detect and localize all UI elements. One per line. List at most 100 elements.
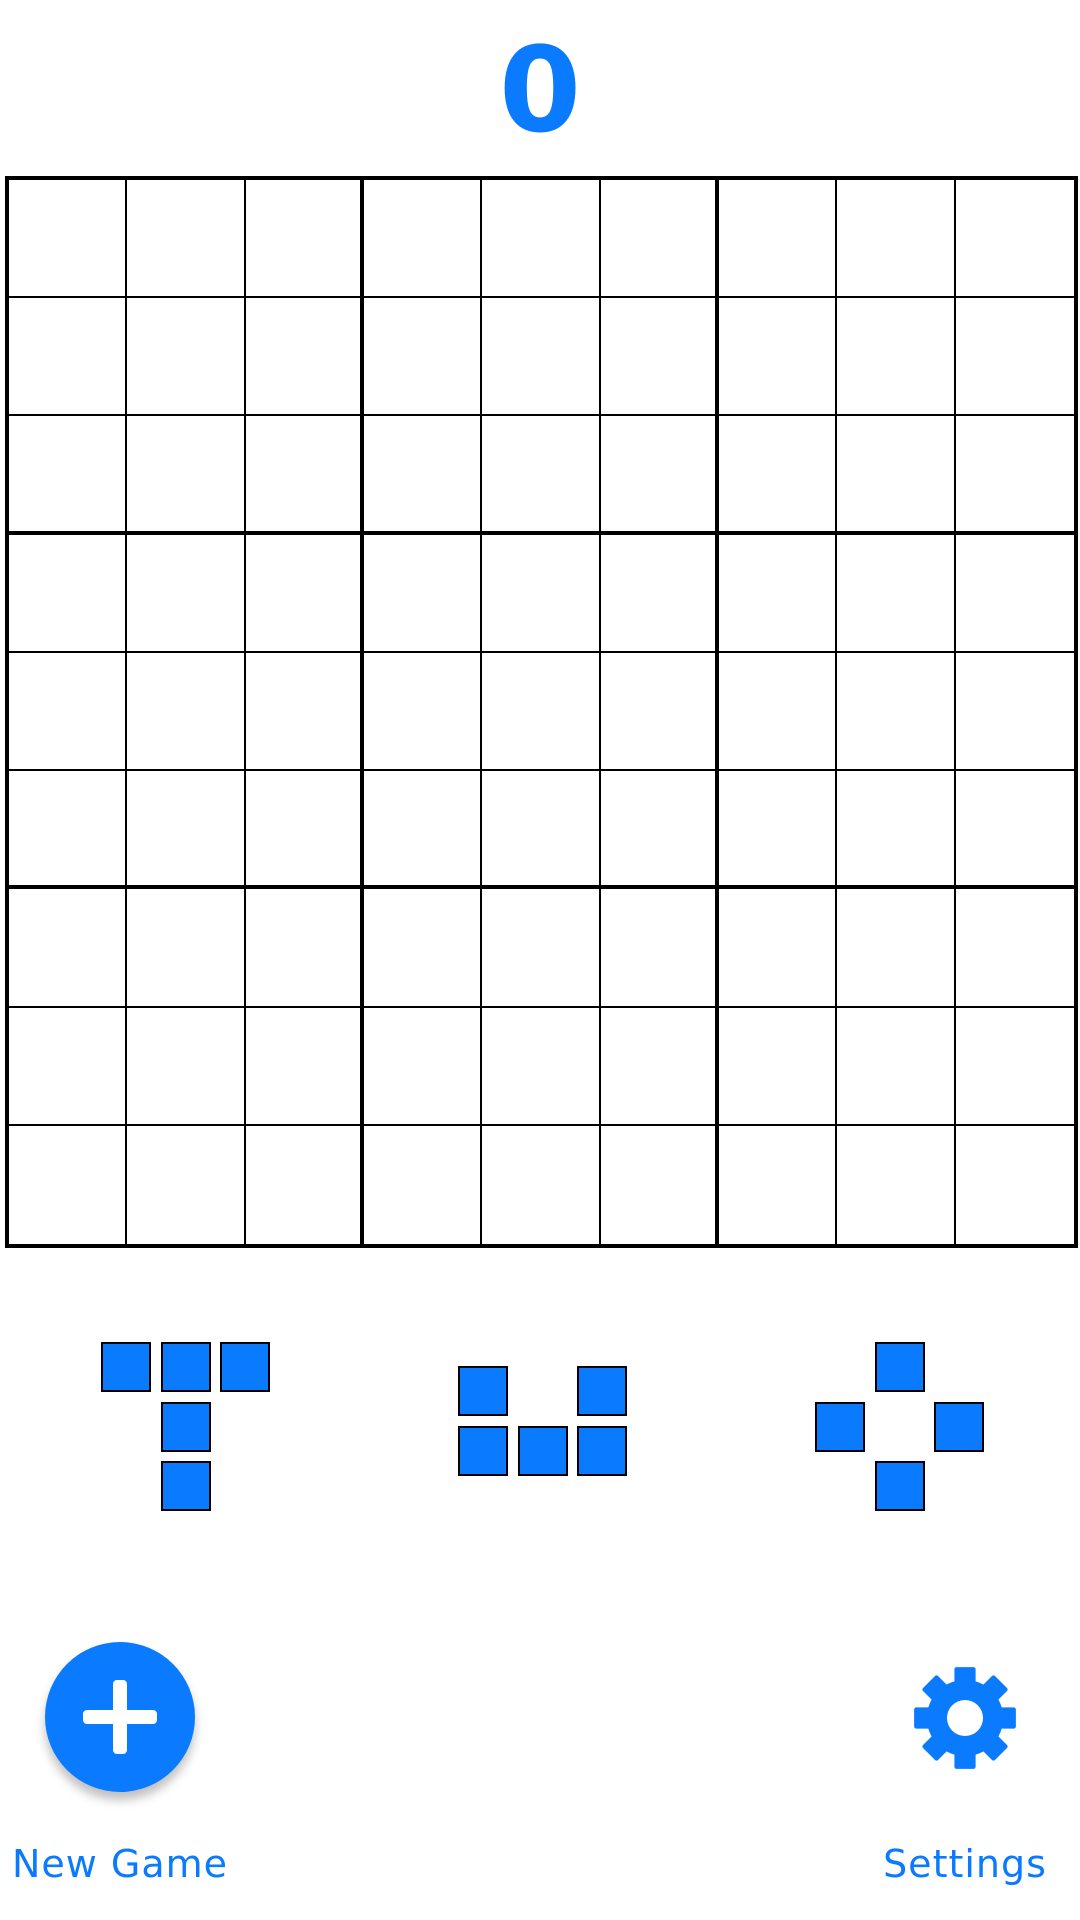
piece-block[interactable] [160,1461,211,1511]
board-cell[interactable] [837,1007,956,1126]
board-cell[interactable] [600,652,719,772]
board-cell[interactable] [482,889,601,1008]
board-cell[interactable] [837,652,956,772]
board-cell[interactable] [127,180,246,299]
board-cell[interactable] [364,416,483,535]
piece-block[interactable] [577,1366,627,1416]
board-cell[interactable] [955,1125,1074,1244]
board-cell[interactable] [245,416,364,535]
board-cell[interactable] [364,534,483,653]
board-cell[interactable] [600,1007,719,1126]
piece-block[interactable] [160,1401,211,1452]
board-cell[interactable] [245,180,364,299]
piece-block[interactable] [874,1461,925,1511]
board-cell[interactable] [482,1125,601,1244]
board-cell[interactable] [245,534,364,653]
board-cell[interactable] [719,180,838,299]
board-cell[interactable] [364,771,483,890]
board-cell[interactable] [482,416,601,535]
board-cell[interactable] [719,416,838,535]
board-cell[interactable] [9,1125,128,1244]
board-cell[interactable] [9,416,128,535]
board-cell[interactable] [837,771,956,890]
board-cell[interactable] [837,889,956,1008]
settings-label[interactable]: Settings [860,1842,1070,1886]
board-cell[interactable] [719,771,838,890]
board-cell[interactable] [364,298,483,417]
board-cell[interactable] [127,1125,246,1244]
board-cell[interactable] [600,180,719,299]
board-cell[interactable] [719,652,838,772]
board-cell[interactable] [837,180,956,299]
piece-block[interactable] [458,1366,508,1416]
board-cell[interactable] [127,1007,246,1126]
board-cell[interactable] [9,652,128,772]
board-cell[interactable] [600,889,719,1008]
board-cell[interactable] [127,416,246,535]
board-cell[interactable] [364,1125,483,1244]
board-cell[interactable] [719,889,838,1008]
board-cell[interactable] [719,298,838,417]
piece-block[interactable] [934,1401,984,1452]
board-cell[interactable] [482,534,601,653]
board-cell[interactable] [955,771,1074,890]
board-cell[interactable] [600,416,719,535]
board-cell[interactable] [955,298,1074,417]
board-cell[interactable] [9,534,128,653]
board-cell[interactable] [600,298,719,417]
board-cell[interactable] [482,1007,601,1126]
board-cell[interactable] [245,771,364,890]
board-cell[interactable] [245,298,364,417]
piece-block[interactable] [458,1425,508,1476]
board-cell[interactable] [245,652,364,772]
board-cell[interactable] [600,771,719,890]
board-cell[interactable] [600,1125,719,1244]
board-cell[interactable] [482,298,601,417]
board-cell[interactable] [837,416,956,535]
board-cell[interactable] [245,889,364,1008]
board-cell[interactable] [955,416,1074,535]
board-cell[interactable] [955,1007,1074,1126]
board-cell[interactable] [837,1125,956,1244]
new-game-button[interactable] [45,1642,195,1792]
board-cell[interactable] [364,180,483,299]
piece-block[interactable] [874,1342,925,1392]
board-cell[interactable] [9,889,128,1008]
piece-block[interactable] [220,1342,270,1392]
board-cell[interactable] [245,1125,364,1244]
board-cell[interactable] [364,1007,483,1126]
board-cell[interactable] [127,771,246,890]
board-cell[interactable] [245,1007,364,1126]
gear-icon[interactable] [912,1665,1018,1771]
piece-block[interactable] [577,1425,627,1476]
piece-block[interactable] [160,1342,211,1392]
board-cell[interactable] [955,889,1074,1008]
board-cell[interactable] [955,534,1074,653]
board-cell[interactable] [127,652,246,772]
board-cell[interactable] [127,534,246,653]
board-cell[interactable] [482,771,601,890]
board-cell[interactable] [719,1125,838,1244]
board-cell[interactable] [364,889,483,1008]
board-cell[interactable] [127,889,246,1008]
board-cell[interactable] [837,298,956,417]
board-cell[interactable] [600,534,719,653]
board-cell[interactable] [837,534,956,653]
board-cell[interactable] [9,771,128,890]
board-cell[interactable] [127,298,246,417]
game-board[interactable] [5,176,1078,1248]
board-cell[interactable] [482,180,601,299]
piece-block[interactable] [101,1342,151,1392]
board-cell[interactable] [9,180,128,299]
board-cell[interactable] [364,652,483,772]
board-cell[interactable] [9,1007,128,1126]
board-cell[interactable] [955,180,1074,299]
piece-block[interactable] [815,1401,865,1452]
board-cell[interactable] [9,298,128,417]
board-cell[interactable] [719,1007,838,1126]
new-game-label[interactable]: New Game [0,1842,240,1886]
piece-block[interactable] [517,1425,568,1476]
board-cell[interactable] [482,652,601,772]
board-cell[interactable] [955,652,1074,772]
board-cell[interactable] [719,534,838,653]
